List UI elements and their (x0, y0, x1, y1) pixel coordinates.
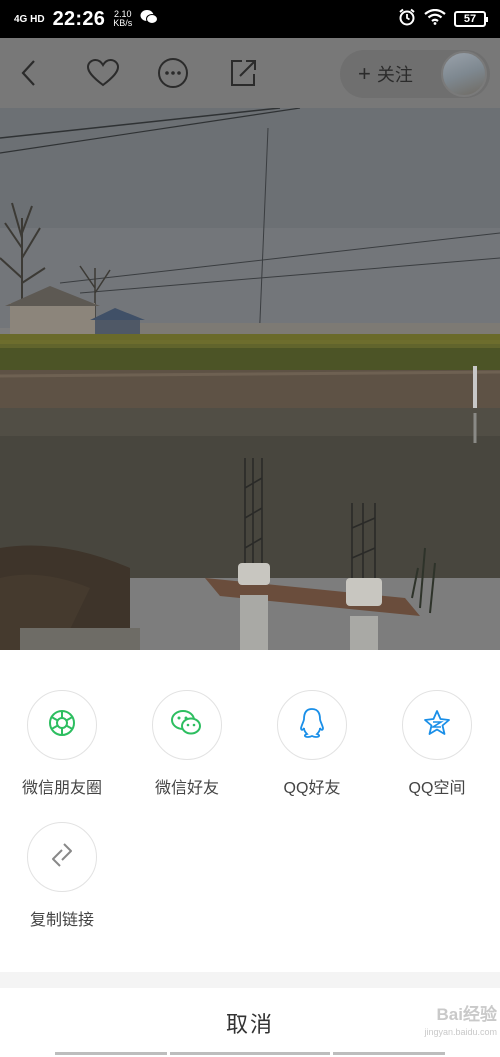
follow-button[interactable]: + 关注 (340, 50, 490, 98)
share-qq-friend[interactable]: QQ好友 (252, 690, 372, 798)
share-circle[interactable] (27, 822, 97, 892)
share-sheet: 微信朋友圈 微信好友 QQ好友 QQ空间 复制链接 (0, 650, 500, 972)
clock: 22:26 (52, 7, 106, 30)
alarm-icon (398, 8, 416, 31)
cancel-label: 取消 (225, 1011, 274, 1037)
qzone-icon (422, 708, 452, 743)
network-label: 4G HD (14, 13, 45, 25)
nav-hint (333, 1052, 445, 1055)
follow-label: 关注 (376, 65, 413, 85)
share-label: QQ空间 (408, 780, 466, 797)
share-label: QQ好友 (283, 780, 341, 797)
top-bar: + 关注 (0, 38, 500, 108)
nav-hint (170, 1052, 330, 1055)
status-bar: 4G HD 22:26 2.10 KB/s 57 (0, 0, 500, 38)
like-heart-icon[interactable] (86, 56, 120, 90)
share-label: 微信好友 (154, 780, 219, 797)
link-icon (47, 840, 77, 875)
dimmed-content: + 关注 (0, 38, 500, 650)
plus-icon: + (358, 61, 371, 86)
watermark-brand: Bai经验 (436, 1005, 497, 1024)
wechat-notification-icon (140, 9, 159, 30)
back-icon[interactable] (12, 56, 46, 90)
share-wechat-friend[interactable]: 微信好友 (127, 690, 247, 798)
share-circle[interactable] (277, 690, 347, 760)
wechat-icon (170, 708, 204, 743)
share-circle[interactable] (402, 690, 472, 760)
share-circle[interactable] (152, 690, 222, 760)
network-speed: 2.10 KB/s (113, 10, 132, 28)
share-label: 微信朋友圈 (21, 780, 102, 797)
share-label: 复制链接 (29, 912, 94, 929)
share-copy-link[interactable]: 复制链接 (2, 822, 122, 930)
share-icon[interactable] (226, 56, 260, 90)
share-circle[interactable] (27, 690, 97, 760)
more-options-icon[interactable] (156, 56, 190, 90)
qq-icon (298, 707, 326, 744)
wifi-icon (424, 8, 446, 30)
post-photo[interactable] (0, 108, 500, 650)
battery-level: 57 (463, 13, 477, 25)
share-wechat-moments[interactable]: 微信朋友圈 (2, 690, 122, 798)
nav-hint (55, 1052, 167, 1055)
author-avatar[interactable] (441, 51, 487, 97)
network-indicator: 4G HD (14, 13, 45, 25)
baidu-watermark: Bai经验 jingyan.baidu.com (385, 1000, 497, 1050)
share-qzone[interactable]: QQ空间 (377, 690, 497, 798)
speed-unit: KB/s (113, 18, 133, 28)
battery-indicator: 57 (454, 11, 488, 27)
watermark-site: jingyan.baidu.com (424, 1027, 497, 1037)
wechat-moments-icon (47, 708, 77, 743)
